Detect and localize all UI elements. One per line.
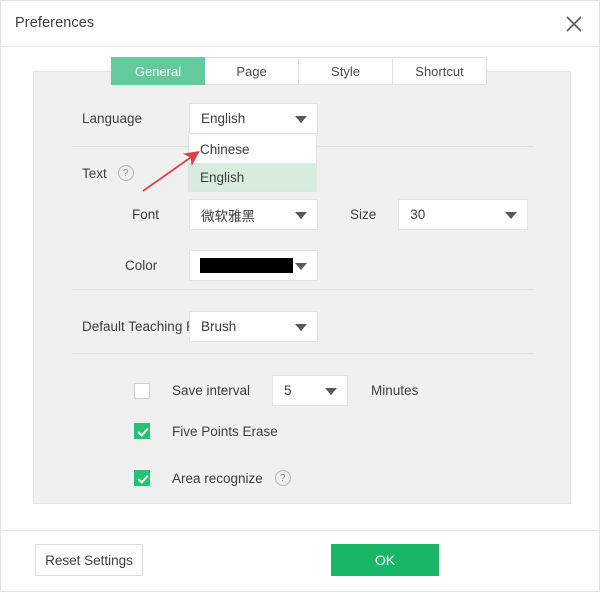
language-row: Language English [82, 103, 318, 134]
text-label: Text [82, 165, 107, 181]
tab-style[interactable]: Style [299, 57, 393, 85]
language-option-chinese[interactable]: Chinese [189, 135, 316, 163]
default-teaching-pen-select[interactable]: Brush [189, 311, 318, 342]
chevron-down-icon [295, 211, 307, 219]
save-interval-unit: Minutes [371, 383, 419, 398]
reset-settings-label: Reset Settings [45, 552, 133, 568]
color-label: Color [125, 258, 158, 273]
save-interval-checkbox[interactable] [134, 382, 150, 399]
text-row: Text ? [82, 165, 134, 181]
size-label: Size [350, 207, 377, 222]
tab-general[interactable]: General [111, 57, 205, 85]
color-row: Color [82, 250, 318, 281]
close-icon[interactable] [557, 7, 591, 41]
save-interval-label: Save interval [172, 383, 251, 398]
tab-page[interactable]: Page [205, 57, 299, 85]
section-divider-2 [72, 289, 534, 290]
text-help-glyph: ? [122, 167, 129, 179]
title-bar: Preferences [1, 1, 599, 47]
default-teaching-pen-label: Default Teaching P [82, 319, 189, 334]
font-label: Font [132, 207, 160, 222]
language-select[interactable]: English [189, 103, 318, 134]
section-divider-3 [72, 353, 534, 354]
tab-shortcut[interactable]: Shortcut [393, 57, 487, 85]
page-title: Preferences [15, 15, 95, 31]
area-recognize-checkbox[interactable] [134, 470, 150, 486]
reset-settings-button[interactable]: Reset Settings [35, 544, 143, 576]
font-select-value: 微软雅黑 [201, 208, 255, 224]
language-select-value: English [201, 111, 246, 126]
language-dropdown-list[interactable]: Chinese English [188, 135, 317, 192]
chevron-down-icon [505, 211, 518, 219]
ok-button[interactable]: OK [331, 544, 439, 576]
size-select[interactable]: 30 [398, 199, 529, 230]
language-option-english-label: English [200, 169, 245, 185]
language-option-english[interactable]: English [189, 163, 316, 191]
save-interval-row: Save interval 5 Minutes [134, 375, 418, 406]
tab-general-label: General [134, 63, 182, 79]
chevron-down-icon [325, 387, 338, 395]
tab-page-label: Page [236, 63, 267, 79]
chevron-down-icon [295, 262, 307, 270]
text-help-icon[interactable]: ? [117, 165, 134, 181]
default-teaching-pen-value: Brush [201, 319, 237, 334]
tab-shortcut-label: Shortcut [415, 63, 464, 79]
tab-style-label: Style [331, 63, 360, 79]
save-interval-select[interactable]: 5 [272, 375, 349, 406]
chevron-down-icon [295, 115, 307, 123]
ok-button-label: OK [374, 552, 396, 568]
save-interval-value: 5 [284, 383, 292, 398]
default-teaching-pen-row: Default Teaching P Brush [82, 311, 318, 342]
color-select[interactable] [189, 250, 318, 281]
tab-bar: General Page Style Shortcut [111, 57, 487, 85]
area-recognize-row: Area recognize ? [134, 470, 291, 486]
size-select-value: 30 [410, 207, 426, 222]
five-points-erase-label: Five Points Erase [172, 423, 278, 439]
preferences-dialog: Preferences General Page Style Shortcut … [0, 0, 600, 592]
font-select[interactable]: 微软雅黑 [189, 199, 318, 230]
five-points-erase-checkbox[interactable] [134, 423, 150, 439]
font-row: Font 微软雅黑 Size 30 [82, 199, 529, 230]
five-points-erase-row: Five Points Erase [134, 423, 278, 439]
color-swatch [200, 258, 293, 273]
footer-divider [2, 530, 598, 531]
language-option-chinese-label: Chinese [200, 141, 250, 157]
area-recognize-help-icon[interactable]: ? [274, 470, 291, 486]
area-recognize-help-glyph: ? [280, 472, 286, 484]
area-recognize-label: Area recognize [172, 470, 263, 486]
language-label: Language [82, 111, 143, 126]
chevron-down-icon [295, 323, 307, 331]
